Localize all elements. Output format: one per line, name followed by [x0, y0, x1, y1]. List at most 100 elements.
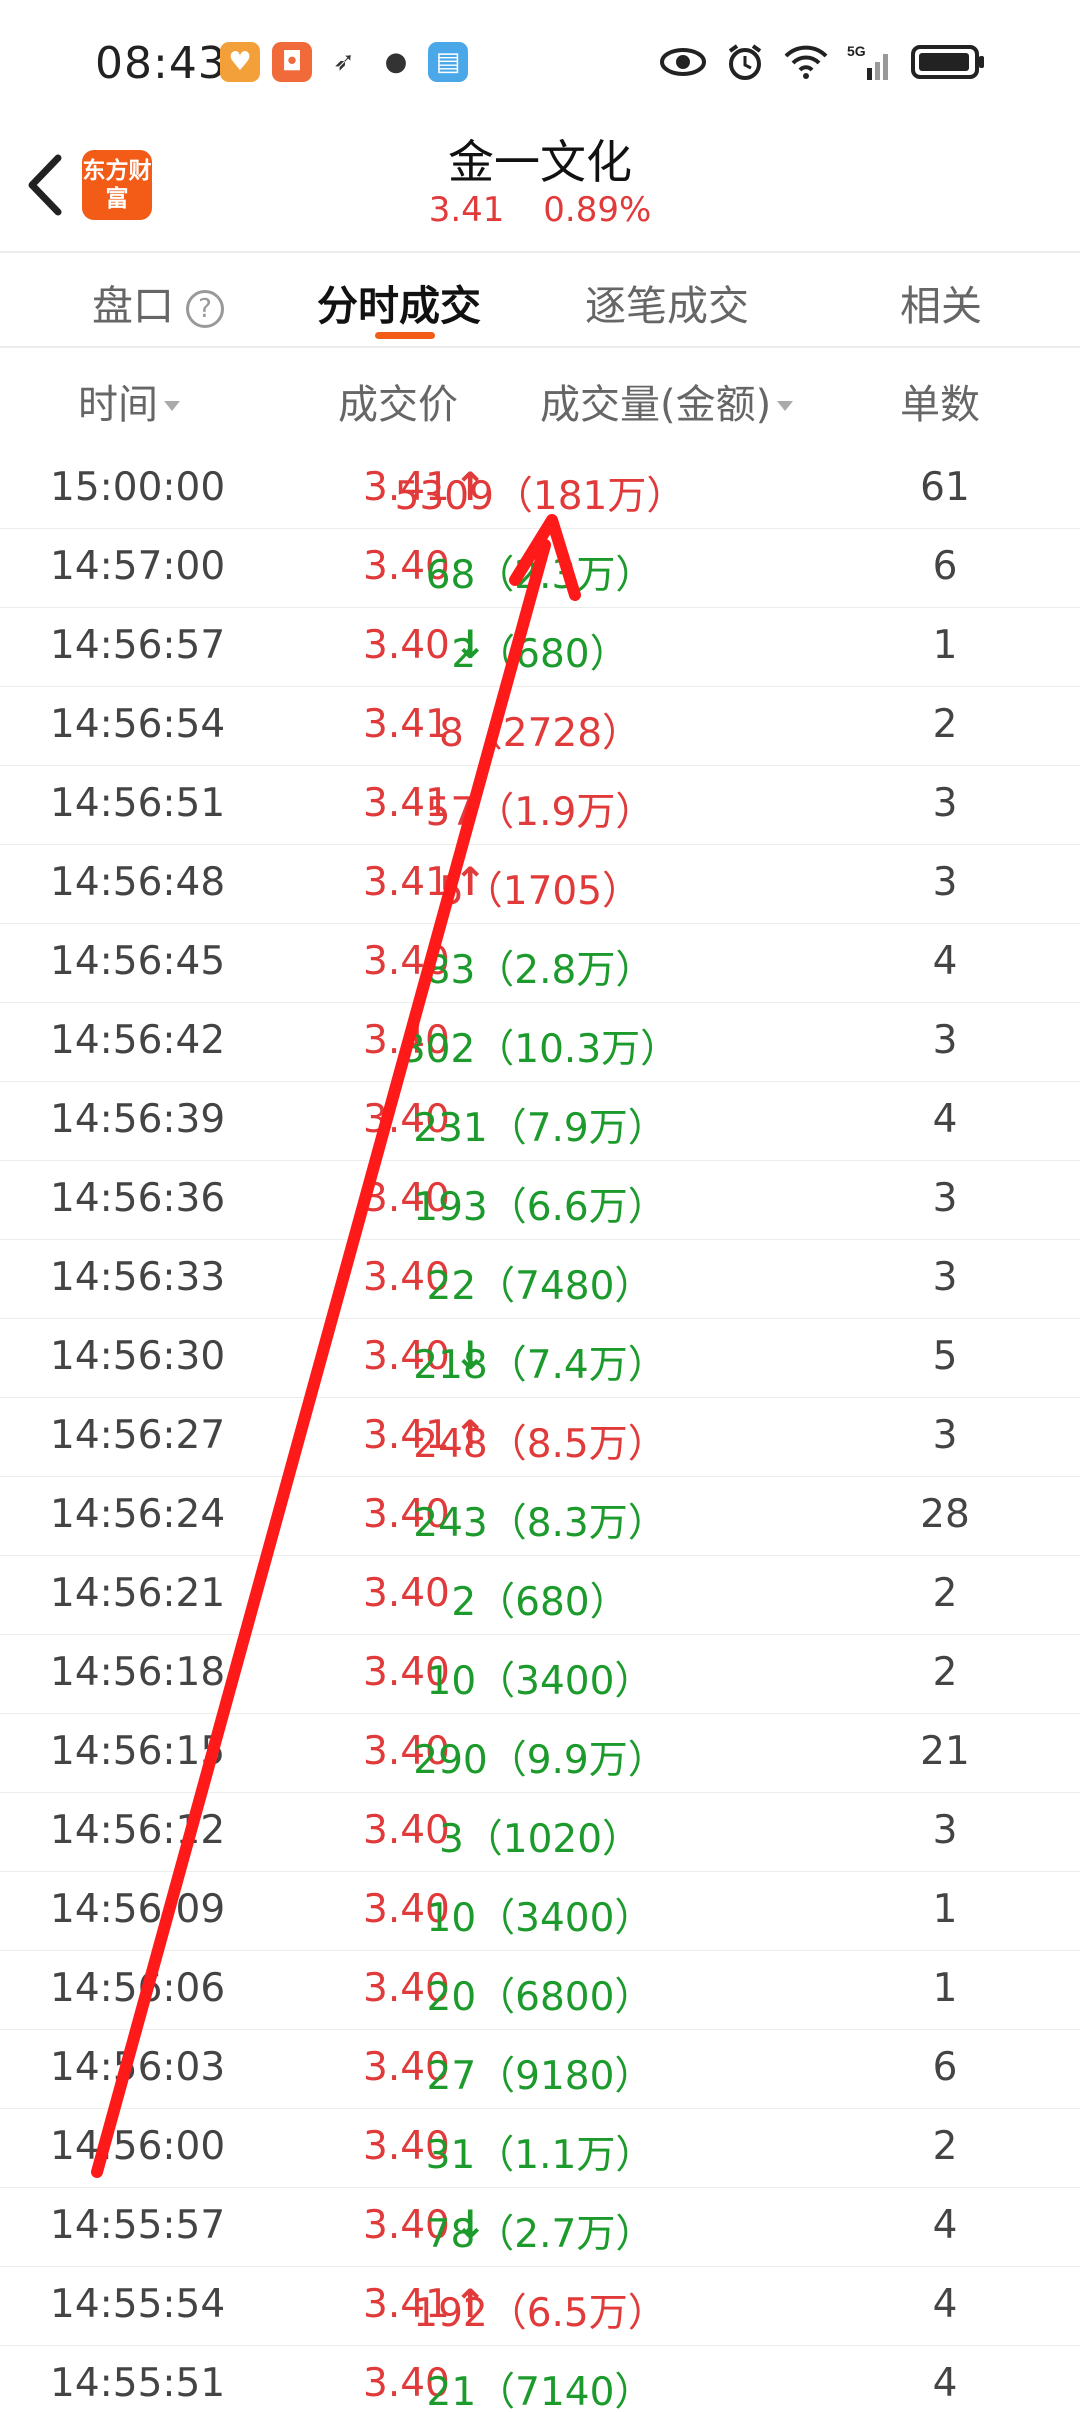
signal-5g-icon: 5G	[847, 40, 893, 84]
divider	[0, 251, 1080, 253]
table-row[interactable]: 14:56:24 3.40 243（8.3万） 28	[0, 1477, 1080, 1556]
table-row[interactable]: 14:56:12 3.40 3（1020） 3	[0, 1793, 1080, 1872]
trade-time: 14:56:21	[50, 1571, 226, 1616]
trade-count: 3	[932, 1808, 958, 1853]
table-row[interactable]: 14:56:00 3.40 31（1.1万） 2	[0, 2109, 1080, 2188]
sort-caret-icon	[164, 401, 180, 411]
trade-volume: 21（7140）	[426, 2370, 654, 2412]
trade-volume: 302（10.3万）	[400, 1027, 680, 1072]
status-time: 08:43	[95, 38, 227, 89]
trade-volume: 5（1705）	[438, 869, 642, 914]
table-row[interactable]: 14:56:42 3.40 302（10.3万） 3	[0, 1003, 1080, 1082]
trade-count: 1	[932, 1966, 958, 2011]
column-volume-label: 成交量(金额)	[540, 382, 772, 428]
wifi-icon	[783, 40, 829, 84]
trade-count: 21	[920, 1729, 970, 1774]
help-icon[interactable]: ?	[186, 290, 224, 328]
trade-volume: 78（2.7万）	[425, 2212, 655, 2257]
trade-time: 14:56:33	[50, 1255, 226, 1300]
table-row[interactable]: 14:56:36 3.40 193（6.6万） 3	[0, 1161, 1080, 1240]
trade-time: 14:56:39	[50, 1097, 226, 1142]
table-row[interactable]: 14:56:39 3.40 231（7.9万） 4	[0, 1082, 1080, 1161]
heart-app-icon: ♥	[220, 42, 260, 82]
trade-volume: 8（2728）	[438, 711, 642, 756]
trade-volume: 20（6800）	[426, 1975, 654, 2020]
trade-count: 4	[932, 1097, 958, 1142]
trade-volume: 2（680）	[451, 632, 629, 677]
table-row[interactable]: 14:55:57 3.40 ↓ 78（2.7万） 4	[0, 2188, 1080, 2267]
trade-time: 14:56:54	[50, 702, 226, 747]
trade-time: 14:56:57	[50, 623, 226, 668]
trade-count: 3	[932, 781, 958, 826]
trade-volume: 2（680）	[451, 1580, 629, 1625]
trade-time: 14:56:51	[50, 781, 226, 826]
tab-order-book[interactable]: 盘口?	[92, 272, 224, 332]
table-row[interactable]: 14:55:54 3.41 ↑ 192（6.5万） 4	[0, 2267, 1080, 2346]
trade-volume: 10（3400）	[426, 1896, 654, 1941]
tab-label: 盘口	[92, 282, 174, 330]
table-row[interactable]: 14:56:27 3.41 ↑ 248（8.5万） 3	[0, 1398, 1080, 1477]
trade-volume: 192（6.5万）	[413, 2291, 667, 2336]
trade-count: 2	[932, 1571, 958, 1616]
price-summary: 3.41 0.89%	[0, 190, 1080, 230]
trade-volume: 83（2.8万）	[425, 948, 655, 993]
trade-volume: 10（3400）	[426, 1659, 654, 1704]
table-row[interactable]: 14:56:03 3.40 27（9180） 6	[0, 2030, 1080, 2109]
sort-caret-icon	[777, 401, 794, 411]
table-row[interactable]: 14:56:18 3.40 10（3400） 2	[0, 1635, 1080, 1714]
trade-count: 2	[932, 1650, 958, 1695]
change-percent: 0.89%	[543, 190, 652, 230]
tab-tick-trades[interactable]: 逐笔成交	[585, 272, 749, 332]
trade-time: 14:56:36	[50, 1176, 226, 1221]
divider	[0, 346, 1080, 348]
trade-volume: 57（1.9万）	[425, 790, 655, 835]
table-row[interactable]: 14:56:15 3.40 290（9.9万） 21	[0, 1714, 1080, 1793]
trade-time: 14:55:51	[50, 2361, 226, 2406]
column-volume[interactable]: 成交量(金额)	[540, 372, 794, 430]
trade-time: 14:56:12	[50, 1808, 226, 1853]
table-row[interactable]: 14:56:33 3.40 22（7480） 3	[0, 1240, 1080, 1319]
book-app-icon: ▤	[428, 42, 468, 82]
trade-time: 14:56:15	[50, 1729, 226, 1774]
column-count: 单数	[900, 382, 980, 428]
table-row[interactable]: 14:55:51 3.40 21（7140） 4	[0, 2346, 1080, 2412]
table-row[interactable]: 14:56:21 3.40 2（680） 2	[0, 1556, 1080, 1635]
trade-volume: 290（9.9万）	[413, 1738, 667, 1783]
trade-volume: 22（7480）	[426, 1264, 654, 1309]
tab-time-trades[interactable]: 分时成交	[317, 272, 481, 332]
trade-volume: 231（7.9万）	[413, 1106, 667, 1151]
trade-count: 28	[920, 1492, 970, 1537]
system-icons: 5G	[659, 40, 985, 84]
table-row[interactable]: 14:56:09 3.40 10（3400） 1	[0, 1872, 1080, 1951]
send-app-icon: ➶	[324, 42, 364, 82]
trade-count: 4	[932, 2282, 958, 2327]
table-row[interactable]: 14:57:00 3.40 68（2.3万） 6	[0, 529, 1080, 608]
trade-volume: 243（8.3万）	[413, 1501, 667, 1546]
table-row[interactable]: 14:56:06 3.40 20（6800） 1	[0, 1951, 1080, 2030]
trade-count: 2	[932, 2124, 958, 2169]
table-header: 时间 成交价 成交量(金额) 单数	[0, 350, 1080, 450]
trade-time: 14:55:54	[50, 2282, 226, 2327]
trade-time: 14:56:42	[50, 1018, 226, 1063]
trade-volume: 218（7.4万）	[413, 1343, 667, 1388]
table-row[interactable]: 14:56:57 3.40 ↓ 2（680） 1	[0, 608, 1080, 687]
table-row[interactable]: 14:56:54 3.41 8（2728） 2	[0, 687, 1080, 766]
table-row[interactable]: 14:56:51 3.41 57（1.9万） 3	[0, 766, 1080, 845]
table-row[interactable]: 14:56:48 3.41 ↑ 5（1705） 3	[0, 845, 1080, 924]
column-price: 成交价	[338, 382, 458, 428]
table-row[interactable]: 15:00:00 3.41 ↑ 5309（181万） 61	[0, 450, 1080, 529]
trade-count: 4	[932, 939, 958, 984]
chat-bubble-icon: ●	[376, 42, 416, 82]
trade-count: 3	[932, 860, 958, 905]
column-time[interactable]: 时间	[78, 372, 180, 430]
tab-bar: 盘口? 分时成交 逐笔成交 相关	[0, 254, 1080, 346]
tab-related[interactable]: 相关	[900, 272, 982, 332]
table-row[interactable]: 14:56:30 3.40 ↓ 218（7.4万） 5	[0, 1319, 1080, 1398]
trade-time: 14:56:48	[50, 860, 226, 905]
table-row[interactable]: 14:56:45 3.40 83（2.8万） 4	[0, 924, 1080, 1003]
trade-count: 5	[932, 1334, 958, 1379]
status-bar: 08:43 ♥ ◘ ➶ ● ▤ 5G	[0, 0, 1080, 130]
trade-count: 6	[932, 544, 958, 589]
trade-count: 3	[932, 1018, 958, 1063]
trade-volume: 3（1020）	[438, 1817, 642, 1862]
